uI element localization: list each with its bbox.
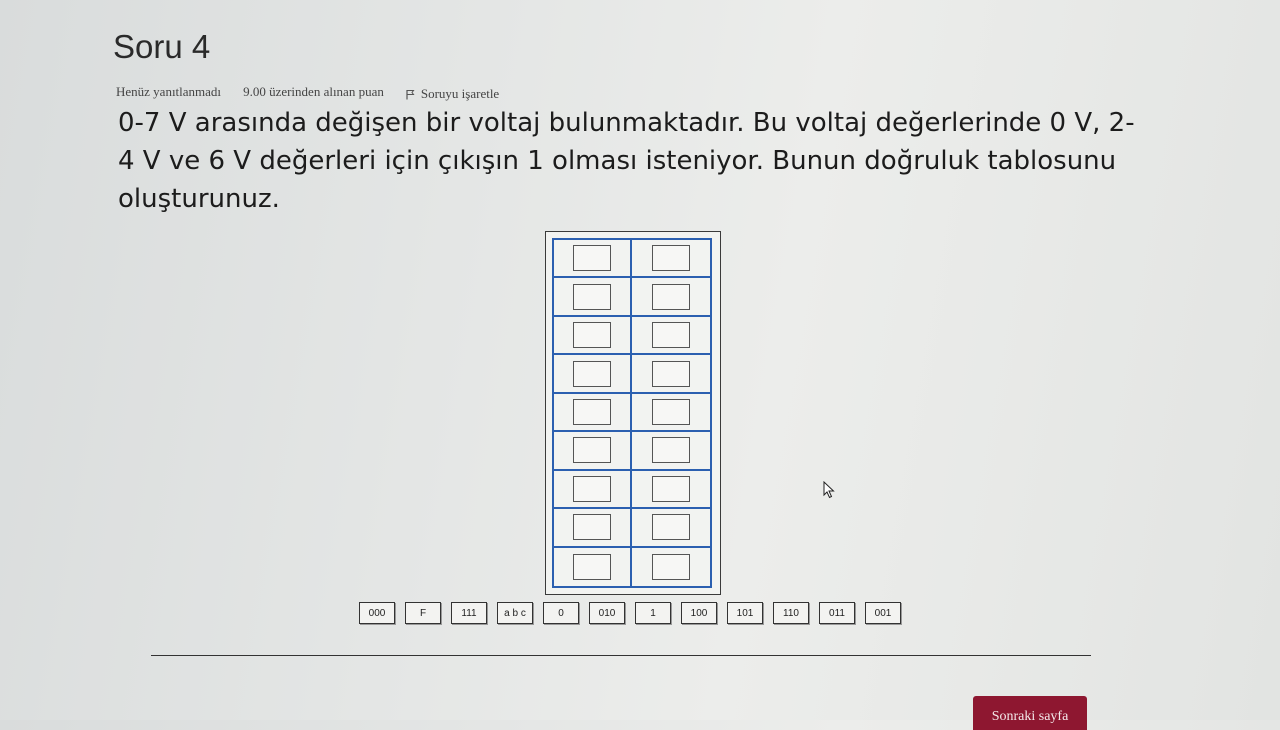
next-page-button[interactable]: Sonraki sayfa bbox=[973, 696, 1087, 730]
truth-table-cell bbox=[632, 471, 710, 510]
truth-table-cell bbox=[632, 240, 710, 279]
truth-table-cell bbox=[632, 278, 710, 317]
output-drop-zone[interactable] bbox=[652, 398, 690, 425]
input-drop-zone[interactable] bbox=[573, 360, 611, 387]
question-points: 9.00 üzerinden alınan puan bbox=[243, 84, 384, 99]
output-drop-zone[interactable] bbox=[652, 322, 690, 349]
truth-table-cell bbox=[632, 432, 710, 471]
input-drop-zone[interactable] bbox=[573, 553, 611, 580]
output-drop-zone[interactable] bbox=[652, 360, 690, 387]
input-drop-zone[interactable] bbox=[573, 475, 611, 502]
draggable-chip[interactable]: 010 bbox=[589, 602, 625, 624]
input-drop-zone[interactable] bbox=[573, 283, 611, 310]
truth-table-cell bbox=[632, 548, 710, 586]
input-drop-zone[interactable] bbox=[573, 398, 611, 425]
truth-table-cell bbox=[554, 470, 632, 510]
draggable-chip[interactable]: 101 bbox=[727, 602, 763, 624]
divider bbox=[151, 655, 1091, 656]
draggable-chip[interactable]: 000 bbox=[359, 602, 395, 624]
output-drop-zone[interactable] bbox=[652, 514, 690, 541]
output-drop-zone[interactable] bbox=[652, 245, 690, 272]
flag-question-link[interactable]: Soruyu işaretle bbox=[406, 86, 499, 102]
question-info: Henüz yanıtlanmadı 9.00 üzerinden alınan… bbox=[116, 82, 499, 102]
truth-table-cell bbox=[554, 432, 632, 471]
truth-table-cell bbox=[554, 547, 632, 586]
truth-table-frame bbox=[545, 231, 721, 595]
question-title: Soru 4 bbox=[113, 28, 211, 65]
flag-icon bbox=[406, 89, 415, 100]
draggable-chip[interactable]: 110 bbox=[773, 602, 809, 624]
draggable-chip[interactable]: 111 bbox=[451, 602, 487, 624]
truth-table-cell bbox=[632, 317, 710, 356]
truth-table-cell bbox=[554, 278, 632, 317]
question-text: 0-7 V arasında değişen bir voltaj bulunm… bbox=[118, 108, 1135, 214]
truth-table-cell bbox=[554, 355, 632, 394]
truth-table bbox=[552, 238, 712, 588]
truth-table-cell bbox=[632, 355, 710, 394]
output-drop-zone[interactable] bbox=[652, 475, 690, 502]
input-drop-zone[interactable] bbox=[573, 514, 611, 541]
output-drop-zone[interactable] bbox=[652, 283, 690, 310]
output-drop-zone[interactable] bbox=[652, 437, 690, 464]
truth-table-cell bbox=[554, 316, 632, 356]
truth-table-cell bbox=[632, 394, 710, 433]
flag-question-label[interactable]: Soruyu işaretle bbox=[421, 86, 499, 102]
answer-status: Henüz yanıtlanmadı bbox=[116, 84, 222, 99]
truth-table-cell bbox=[554, 393, 632, 433]
draggable-chip[interactable]: 100 bbox=[681, 602, 717, 624]
draggable-chip[interactable]: a b c bbox=[497, 602, 533, 624]
mouse-cursor-icon bbox=[823, 480, 835, 503]
draggable-chip-tray: 000 F 111 a b c 0 010 1 100 101 110 011 001 bbox=[359, 602, 901, 624]
output-drop-zone[interactable] bbox=[652, 553, 690, 580]
draggable-chip[interactable]: 001 bbox=[865, 602, 901, 624]
draggable-chip[interactable]: 0 bbox=[543, 602, 579, 624]
draggable-chip[interactable]: F bbox=[405, 602, 441, 624]
truth-table-cell bbox=[554, 509, 632, 548]
input-drop-zone[interactable] bbox=[573, 245, 611, 272]
draggable-chip[interactable]: 011 bbox=[819, 602, 855, 624]
draggable-chip[interactable]: 1 bbox=[635, 602, 671, 624]
input-drop-zone[interactable] bbox=[573, 322, 611, 349]
truth-table-cell bbox=[554, 240, 632, 279]
truth-table-cell bbox=[632, 509, 710, 548]
input-drop-zone[interactable] bbox=[573, 437, 611, 464]
